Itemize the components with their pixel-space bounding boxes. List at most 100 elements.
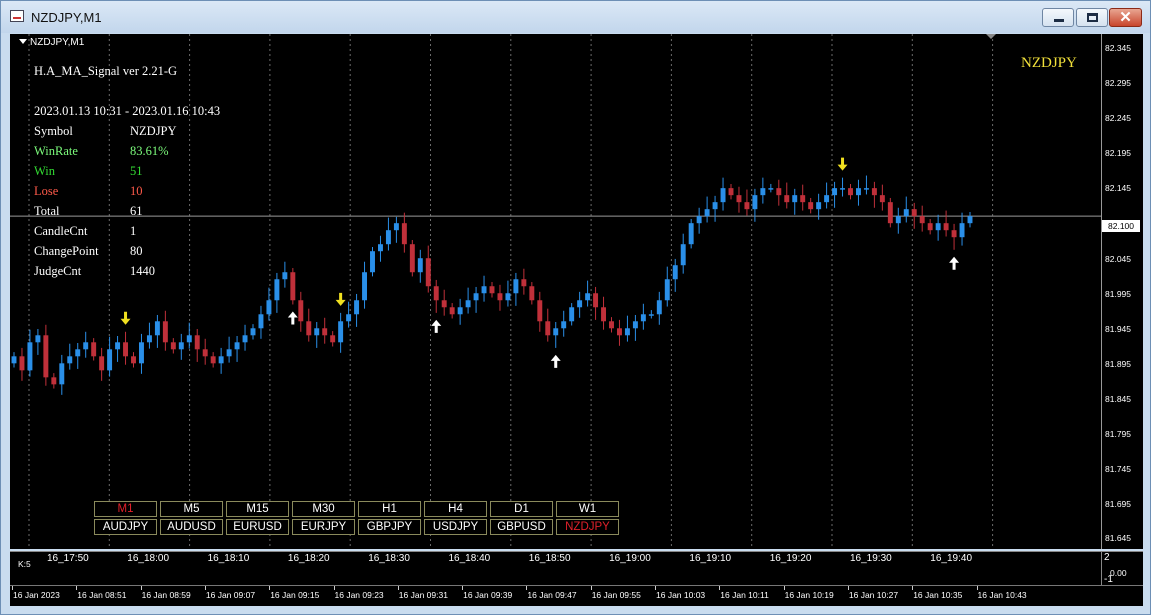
stat-value: 1 xyxy=(130,224,137,238)
candle-body xyxy=(346,314,352,322)
buy-signal-arrow-icon xyxy=(949,256,960,270)
symbol-button-audusd[interactable]: AUDUSD xyxy=(160,519,223,535)
candle-body xyxy=(218,356,224,364)
candle-body xyxy=(879,195,885,203)
buy-signal-arrow-icon xyxy=(550,354,561,368)
candle-body xyxy=(521,279,527,287)
candle-body xyxy=(75,349,81,357)
chart-symbol-label[interactable]: NZDJPY,M1 xyxy=(19,37,84,48)
candle-body xyxy=(903,209,909,217)
candle-body xyxy=(609,321,614,329)
close-button[interactable]: ✕ xyxy=(1109,8,1142,27)
price-axis-label: 81.845 xyxy=(1105,394,1131,404)
candle-body xyxy=(186,335,192,343)
candle-body xyxy=(489,286,495,294)
candle-body xyxy=(792,195,798,203)
minimize-icon xyxy=(1054,19,1064,22)
timeframe-button-m30[interactable]: M30 xyxy=(292,501,355,517)
title-bar[interactable]: NZDJPY,M1 ✕ xyxy=(1,1,1150,33)
stat-label: Lose xyxy=(34,184,59,198)
symbol-button-gbpusd[interactable]: GBPUSD xyxy=(490,519,553,535)
price-axis-label: 81.995 xyxy=(1105,289,1131,299)
timeframe-button-d1[interactable]: D1 xyxy=(490,501,553,517)
candle-body xyxy=(601,307,607,322)
candle-body xyxy=(919,216,925,224)
candle-body xyxy=(680,244,686,266)
time-axis-label: 16 Jan 10:35 xyxy=(913,590,963,600)
candle-body xyxy=(226,349,232,357)
period-separator-label: 16_18:10 xyxy=(207,553,250,564)
stat-label: Win xyxy=(34,164,56,178)
candle-body xyxy=(736,195,742,203)
timeframe-button-m15[interactable]: M15 xyxy=(226,501,289,517)
candle-body xyxy=(170,342,176,350)
maximize-button[interactable] xyxy=(1076,8,1108,27)
period-separator-label: 16_18:00 xyxy=(127,553,170,564)
candle-body xyxy=(712,202,718,210)
candle-body xyxy=(672,265,678,280)
time-axis-label: 16 Jan 10:27 xyxy=(848,590,899,600)
symbol-button-usdjpy[interactable]: USDJPY xyxy=(424,519,487,535)
period-separator-label: 16_17:50 xyxy=(47,553,89,564)
candle-body xyxy=(202,349,208,357)
candle-body xyxy=(330,335,336,343)
timeframe-button-h1[interactable]: H1 xyxy=(358,501,421,517)
candle-body xyxy=(967,216,973,224)
symbol-button-eurusd[interactable]: EURUSD xyxy=(226,519,289,535)
candle-body xyxy=(728,188,734,196)
candle-body xyxy=(354,300,360,315)
period-separator-label: 16_18:50 xyxy=(528,553,571,564)
stat-value: 51 xyxy=(130,164,143,178)
candle-body xyxy=(720,188,726,203)
candle-body xyxy=(409,244,415,273)
period-separator-label: 16_18:30 xyxy=(368,553,410,564)
period-separator-label: 16_18:20 xyxy=(287,553,330,564)
symbol-watermark: NZDJPY xyxy=(1021,55,1077,71)
price-chart[interactable]: NZDJPY,M1 NZDJPY H.A_MA_Signal ver 2.21-… xyxy=(10,34,1143,549)
symbol-button-gbpjpy[interactable]: GBPJPY xyxy=(358,519,421,535)
minimize-button[interactable] xyxy=(1042,8,1074,27)
buy-signal-arrow-icon xyxy=(431,319,442,333)
candle-body xyxy=(83,342,89,350)
symbol-button-nzdjpy[interactable]: NZDJPY xyxy=(556,519,619,535)
stat-label: ChangePoint xyxy=(34,244,99,258)
time-axis-label: 16 Jan 2023 xyxy=(13,590,60,600)
candle-body xyxy=(848,188,853,196)
timeframe-button-h4[interactable]: H4 xyxy=(424,501,487,517)
timeframe-button-m1[interactable]: M1 xyxy=(94,501,157,517)
price-axis-label: 82.295 xyxy=(1105,78,1131,88)
sell-signal-arrow-icon xyxy=(335,292,346,306)
candle-body xyxy=(250,328,256,336)
candle-body xyxy=(210,356,216,364)
candle-body xyxy=(632,321,638,329)
symbol-button-eurjpy[interactable]: EURJPY xyxy=(292,519,355,535)
time-axis-label: 16 Jan 09:55 xyxy=(591,590,641,600)
time-axis-label: 16 Jan 09:23 xyxy=(334,590,384,600)
candle-body xyxy=(911,209,917,217)
sell-signal-arrow-icon xyxy=(120,311,131,325)
price-axis-label: 81.795 xyxy=(1105,429,1131,439)
symbol-button-audjpy[interactable]: AUDJPY xyxy=(94,519,157,535)
sell-signal-arrow-icon xyxy=(837,157,848,171)
candle-body xyxy=(561,321,567,329)
candle-body xyxy=(258,314,264,329)
candle-body xyxy=(43,335,49,378)
candle-body xyxy=(162,321,168,343)
candle-body xyxy=(855,188,861,196)
time-axis-label: 16 Jan 10:03 xyxy=(656,590,706,600)
period-separator-label: 16_19:10 xyxy=(689,553,732,564)
candle-body xyxy=(107,349,113,371)
candle-body xyxy=(545,321,551,336)
time-axis-label: 16 Jan 10:19 xyxy=(784,590,834,600)
time-axis-label: 16 Jan 08:59 xyxy=(141,590,191,600)
candle-body xyxy=(234,342,240,350)
period-separator-label: 16_19:30 xyxy=(850,553,892,564)
candle-body xyxy=(481,286,487,294)
stat-label: Symbol xyxy=(34,124,73,138)
timeframe-button-w1[interactable]: W1 xyxy=(556,501,619,517)
indicator-subwindow[interactable]: K:5 16_17:50 16_18:00 16_18:10 16_18:20 16_1… xyxy=(10,551,1143,585)
candle-body xyxy=(242,335,248,343)
price-axis-label: 82.195 xyxy=(1105,148,1131,158)
period-separator-label: 16_18:40 xyxy=(448,553,491,564)
timeframe-button-m5[interactable]: M5 xyxy=(160,501,223,517)
